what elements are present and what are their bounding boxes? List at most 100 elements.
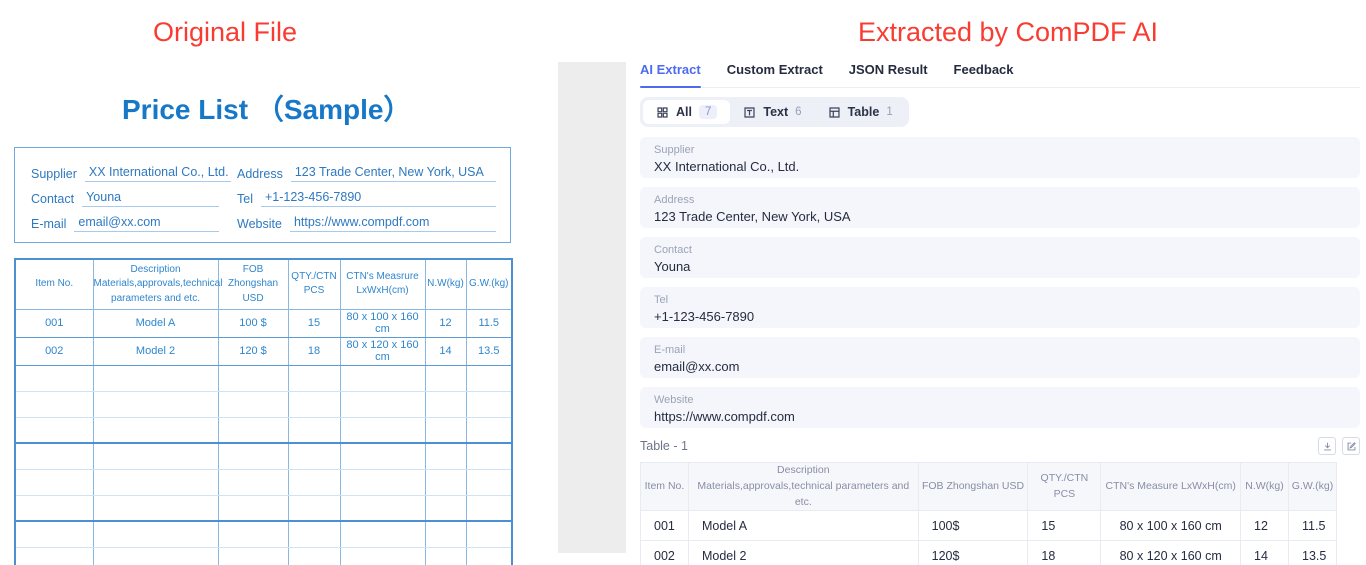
address-label: Address <box>237 167 283 181</box>
cell: 14 <box>1240 540 1289 565</box>
website-label: Website <box>237 217 282 231</box>
contact-label: Contact <box>31 192 75 206</box>
empty-row <box>14 390 513 418</box>
col-header-measure: CTN's Measrure LxWxH(cm) <box>339 258 426 310</box>
cell: Model 2 <box>687 540 919 565</box>
cell: 18 <box>287 336 341 366</box>
field-label: Website <box>654 394 694 406</box>
cell: 15 <box>287 308 341 338</box>
info-pair-tel: Tel +1-123-456-7890 <box>237 183 496 207</box>
edit-icon <box>1347 441 1356 450</box>
tab-custom-extract[interactable]: Custom Extract <box>727 62 823 87</box>
cell: 001 <box>640 510 689 542</box>
col-header-gw: G.W.(kg) <box>1288 461 1337 512</box>
supplier-label: Supplier <box>31 167 77 181</box>
col-header-nw: N.W(kg) <box>1240 461 1289 512</box>
edit-table-button[interactable] <box>1342 437 1360 455</box>
cell: 100$ <box>917 510 1029 542</box>
tel-value: +1-123-456-7890 <box>260 190 496 207</box>
extraction-panel: AI Extract Custom Extract JSON Result Fe… <box>640 62 1360 565</box>
field-card-address: Address 123 Trade Center, New York, USA <box>640 187 1360 228</box>
empty-row <box>14 546 513 565</box>
field-value: https://www.compdf.com <box>654 409 795 424</box>
cell: Model 2 <box>92 336 219 366</box>
table-header-row: Item No. Description Materials,approvals… <box>14 258 513 310</box>
cell: 001 <box>14 308 94 338</box>
field-value: +1-123-456-7890 <box>654 309 755 324</box>
col-header-qty: QTY./CTN PCS <box>287 258 341 310</box>
col-header-qty: QTY./CTN PCS <box>1027 461 1102 512</box>
info-pair-supplier: Supplier XX International Co., Ltd. <box>31 158 231 182</box>
field-card-email: E-mail email@xx.com <box>640 337 1360 378</box>
col-header-fob: FOB Zhongshan USD <box>217 258 289 310</box>
download-table-button[interactable] <box>1318 437 1336 455</box>
tab-feedback[interactable]: Feedback <box>954 62 1014 87</box>
grid-icon <box>657 106 668 118</box>
field-card-contact: Contact Youna <box>640 237 1360 278</box>
info-pair-contact: Contact Youna <box>31 183 219 207</box>
info-pair-email: E-mail email@xx.com <box>31 208 219 232</box>
field-label: Tel <box>654 294 669 306</box>
empty-row <box>14 416 513 444</box>
field-label: Supplier <box>654 144 695 156</box>
field-value: email@xx.com <box>654 359 740 374</box>
document-title: Price List （Sample） <box>122 94 412 125</box>
cell: 11.5 <box>465 308 513 338</box>
email-value: email@xx.com <box>74 215 219 232</box>
empty-row <box>14 442 513 470</box>
field-card-tel: Tel +1-123-456-7890 <box>640 287 1360 328</box>
filter-table[interactable]: Table 1 <box>815 100 906 124</box>
filter-table-count: 1 <box>886 106 893 118</box>
filter-all[interactable]: All 7 <box>643 100 731 124</box>
text-icon <box>744 106 755 118</box>
table-row: 001 Model A 100$ 15 80 x 100 x 160 cm 12… <box>640 510 1337 542</box>
cell: 15 <box>1027 510 1102 542</box>
filter-all-count: 7 <box>698 105 718 119</box>
cell: 80 x 100 x 160 cm <box>1100 510 1242 542</box>
table-icon <box>829 106 840 118</box>
field-card-supplier: Supplier XX International Co., Ltd. <box>640 137 1360 178</box>
supplier-info-box: Supplier XX International Co., Ltd. Addr… <box>14 147 511 243</box>
cell: 13.5 <box>465 336 513 366</box>
cell: 80 x 120 x 160 cm <box>1100 540 1242 565</box>
field-label: E-mail <box>654 344 686 356</box>
extracted-table: Item No. Description Materials,approvals… <box>640 461 1337 565</box>
field-value: XX International Co., Ltd. <box>654 159 800 174</box>
filter-table-label: Table <box>847 105 880 119</box>
tel-label: Tel <box>237 192 253 206</box>
cell: 120$ <box>917 540 1029 565</box>
tab-ai-extract[interactable]: AI Extract <box>640 62 701 88</box>
filter-all-label: All <box>676 105 692 119</box>
empty-row <box>14 520 513 548</box>
contact-value: Youna <box>82 190 219 207</box>
cell: 14 <box>424 336 467 366</box>
cell: Model A <box>92 308 219 338</box>
cell: 002 <box>14 336 94 366</box>
col-header-description: Description Materials,approvals,technica… <box>92 258 222 310</box>
tab-json-result[interactable]: JSON Result <box>849 62 928 87</box>
preview-gutter <box>558 62 626 553</box>
extracted-fields: Supplier XX International Co., Ltd. Addr… <box>640 137 1360 428</box>
download-icon <box>1323 442 1331 450</box>
supplier-value: XX International Co., Ltd. <box>84 165 231 182</box>
field-value: Youna <box>654 259 691 274</box>
col-header-fob: FOB Zhongshan USD <box>917 461 1029 512</box>
cell: 80 x 120 x 160 cm <box>339 336 426 366</box>
email-label: E-mail <box>31 217 67 231</box>
tab-bar: AI Extract Custom Extract JSON Result Fe… <box>640 62 1360 88</box>
filter-text-count: 6 <box>795 106 802 118</box>
filter-text[interactable]: Text 6 <box>730 100 814 124</box>
cell: 100 $ <box>217 308 289 338</box>
table-label: Table - 1 <box>640 439 688 453</box>
col-header-measure: CTN's Measure LxWxH(cm) <box>1100 461 1242 512</box>
cell: 12 <box>1240 510 1289 542</box>
cell: 18 <box>1027 540 1102 565</box>
field-label: Address <box>654 194 695 206</box>
filter-chipbar: All 7 Text 6 Table 1 <box>640 97 909 127</box>
empty-row <box>14 468 513 496</box>
field-value: 123 Trade Center, New York, USA <box>654 209 851 224</box>
col-header-item-no: Item No. <box>640 461 689 512</box>
table-section-header: Table - 1 <box>640 437 1360 455</box>
right-section-title: Extracted by ComPDF AI <box>857 17 1159 47</box>
address-value: 123 Trade Center, New York, USA <box>290 165 496 182</box>
